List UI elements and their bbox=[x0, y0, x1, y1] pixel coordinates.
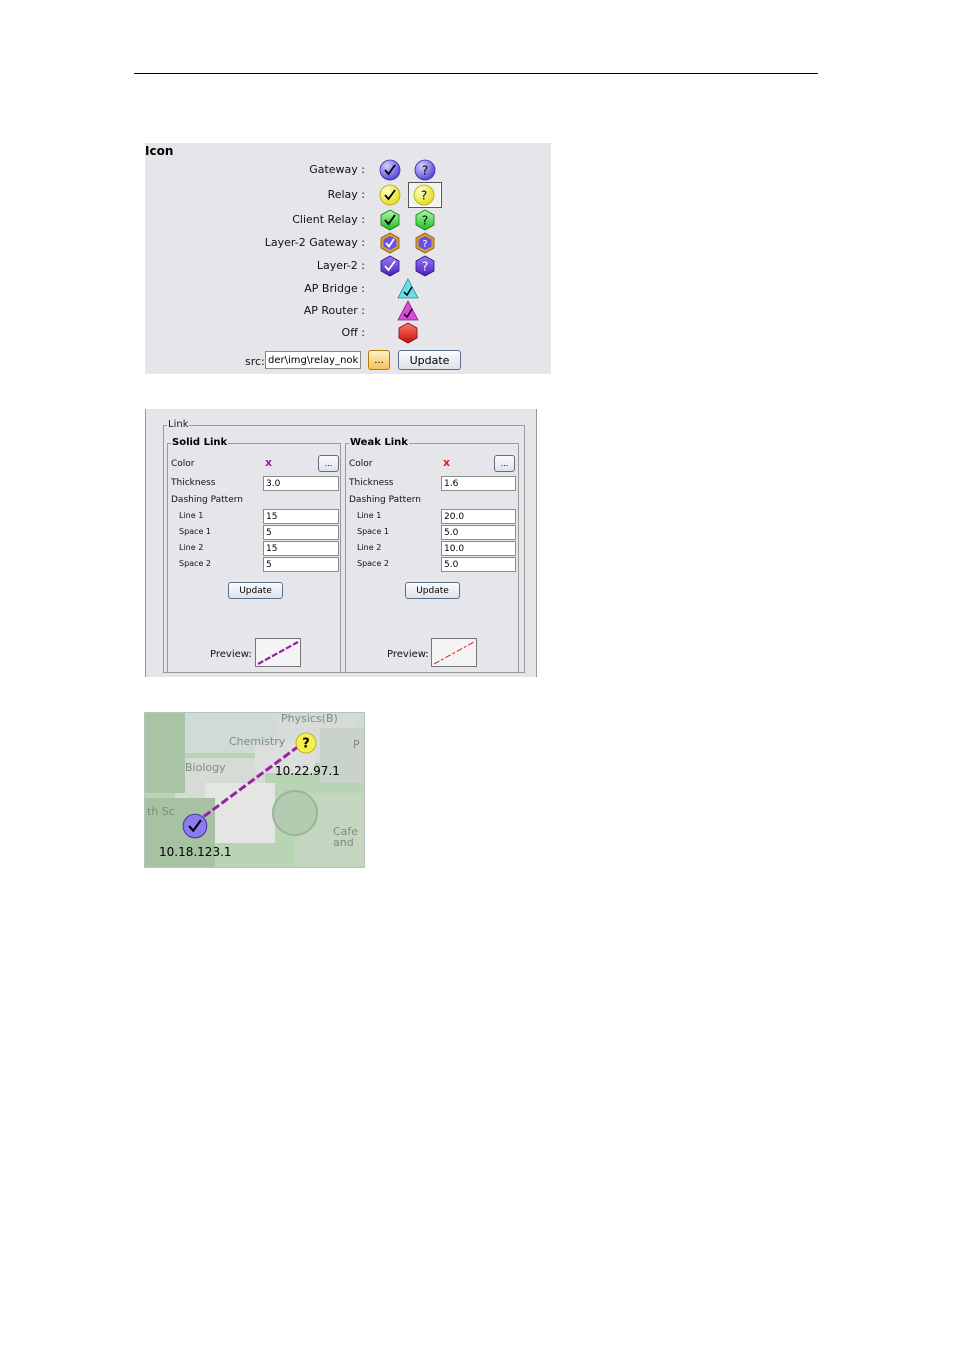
solid-line2-label: Line 2 bbox=[179, 543, 204, 552]
weak-color-swatch: x bbox=[443, 456, 451, 469]
ap-router-label: AP Router : bbox=[303, 304, 365, 317]
layer2-ok-icon[interactable] bbox=[379, 255, 401, 277]
solid-thickness-label: Thickness bbox=[171, 478, 216, 488]
ap-bridge-icon[interactable] bbox=[397, 278, 419, 300]
gateway-ok-icon[interactable] bbox=[379, 159, 401, 181]
link-group-title: Link bbox=[167, 419, 190, 430]
off-icon[interactable] bbox=[397, 322, 419, 344]
weak-color-label: Color bbox=[349, 459, 373, 469]
weak-space2-label: Space 2 bbox=[357, 559, 390, 568]
layer2-nok-icon[interactable]: ? bbox=[414, 255, 436, 277]
icon-row-ap-bridge: AP Bridge : bbox=[145, 278, 551, 301]
solid-dashing-label: Dashing Pattern bbox=[171, 495, 243, 505]
solid-preview-line bbox=[257, 641, 299, 665]
icon-row-layer2-gateway: Layer-2 Gateway : ? bbox=[145, 232, 551, 255]
weak-space1-input[interactable] bbox=[441, 525, 516, 540]
solid-link-title: Solid Link bbox=[171, 437, 229, 448]
weak-line1-input[interactable] bbox=[441, 509, 516, 524]
ap-bridge-label: AP Bridge : bbox=[304, 282, 365, 295]
weak-link-group: Weak Link Color x ... Thickness Dashing … bbox=[345, 437, 519, 673]
relay-nok-icon[interactable]: ? bbox=[413, 184, 435, 206]
gateway-node-icon[interactable] bbox=[182, 813, 208, 839]
solid-link-line bbox=[194, 741, 304, 825]
svg-text:?: ? bbox=[302, 737, 310, 752]
svg-text:?: ? bbox=[421, 189, 427, 203]
solid-line1-input[interactable] bbox=[263, 509, 339, 524]
weak-line2-label: Line 2 bbox=[357, 543, 382, 552]
svg-text:?: ? bbox=[422, 239, 427, 250]
solid-space1-input[interactable] bbox=[263, 525, 339, 540]
layer2-label: Layer-2 : bbox=[316, 259, 365, 272]
ap-router-icon[interactable] bbox=[397, 300, 419, 322]
weak-preview-box bbox=[431, 638, 477, 667]
solid-line1-label: Line 1 bbox=[179, 511, 204, 520]
client-relay-ok-icon[interactable] bbox=[379, 209, 401, 231]
weak-link-title: Weak Link bbox=[349, 437, 409, 448]
icon-row-ap-router: AP Router : bbox=[145, 300, 551, 323]
weak-thickness-input[interactable] bbox=[441, 476, 516, 491]
svg-text:?: ? bbox=[422, 260, 428, 274]
solid-preview-box bbox=[255, 638, 301, 667]
weak-thickness-label: Thickness bbox=[349, 478, 394, 488]
map-preview[interactable]: Physics(B) Chemistry Biology th Sc P Caf… bbox=[144, 712, 365, 868]
icon-row-relay: Relay : ? bbox=[145, 182, 551, 208]
relay-label: Relay : bbox=[327, 188, 365, 201]
solid-color-browse-button[interactable]: ... bbox=[318, 455, 339, 472]
gateway-nok-icon[interactable]: ? bbox=[414, 159, 436, 181]
icon-row-layer2: Layer-2 : ? bbox=[145, 255, 551, 278]
svg-text:?: ? bbox=[422, 214, 428, 228]
svg-text:?: ? bbox=[422, 164, 428, 178]
icon-panel-title: Icon bbox=[145, 144, 174, 158]
icon-settings-panel: Icon Gateway : ? Relay : ? Client Relay … bbox=[145, 143, 551, 374]
header-rule bbox=[134, 73, 818, 74]
solid-color-label: Color bbox=[171, 459, 195, 469]
src-input[interactable] bbox=[265, 351, 361, 369]
layer2-gateway-ok-icon[interactable] bbox=[379, 232, 401, 254]
src-label: src: bbox=[245, 355, 265, 368]
icon-row-gateway: Gateway : ? bbox=[145, 159, 551, 182]
weak-preview-label: Preview: bbox=[387, 649, 429, 660]
solid-space2-input[interactable] bbox=[263, 557, 339, 572]
layer2-gateway-nok-icon[interactable]: ? bbox=[414, 232, 436, 254]
weak-update-button[interactable]: Update bbox=[405, 582, 460, 599]
link-group: Link Solid Link Color x ... Thickness Da… bbox=[163, 419, 525, 673]
weak-line2-input[interactable] bbox=[441, 541, 516, 556]
solid-space2-label: Space 2 bbox=[179, 559, 212, 568]
icon-update-button[interactable]: Update bbox=[398, 350, 461, 370]
solid-space1-label: Space 1 bbox=[179, 527, 212, 536]
weak-space1-label: Space 1 bbox=[357, 527, 390, 536]
weak-space2-input[interactable] bbox=[441, 557, 516, 572]
solid-line2-input[interactable] bbox=[263, 541, 339, 556]
relay-ok-icon[interactable] bbox=[379, 184, 401, 206]
solid-link-group: Solid Link Color x ... Thickness Dashing… bbox=[167, 437, 341, 673]
weak-dashing-label: Dashing Pattern bbox=[349, 495, 421, 505]
solid-preview-label: Preview: bbox=[210, 649, 252, 660]
relay-ip-label: 10.22.97.1 bbox=[275, 764, 340, 778]
link-settings-panel: Link Solid Link Color x ... Thickness Da… bbox=[145, 409, 537, 677]
client-relay-label: Client Relay : bbox=[292, 213, 365, 226]
off-label: Off : bbox=[341, 326, 365, 339]
solid-thickness-input[interactable] bbox=[263, 476, 339, 491]
solid-update-button[interactable]: Update bbox=[228, 582, 283, 599]
icon-row-off: Off : bbox=[145, 322, 551, 345]
solid-color-swatch: x bbox=[265, 456, 273, 469]
weak-color-browse-button[interactable]: ... bbox=[494, 455, 515, 472]
relay-node-icon[interactable]: ? bbox=[295, 732, 317, 754]
gateway-label: Gateway : bbox=[309, 163, 365, 176]
weak-line1-label: Line 1 bbox=[357, 511, 382, 520]
weak-preview-line bbox=[433, 641, 475, 665]
icon-row-client-relay: Client Relay : ? bbox=[145, 209, 551, 232]
src-browse-button[interactable]: ... bbox=[368, 350, 390, 370]
layer2-gateway-label: Layer-2 Gateway : bbox=[264, 236, 365, 249]
client-relay-nok-icon[interactable]: ? bbox=[414, 209, 436, 231]
gateway-ip-label: 10.18.123.1 bbox=[159, 845, 232, 859]
